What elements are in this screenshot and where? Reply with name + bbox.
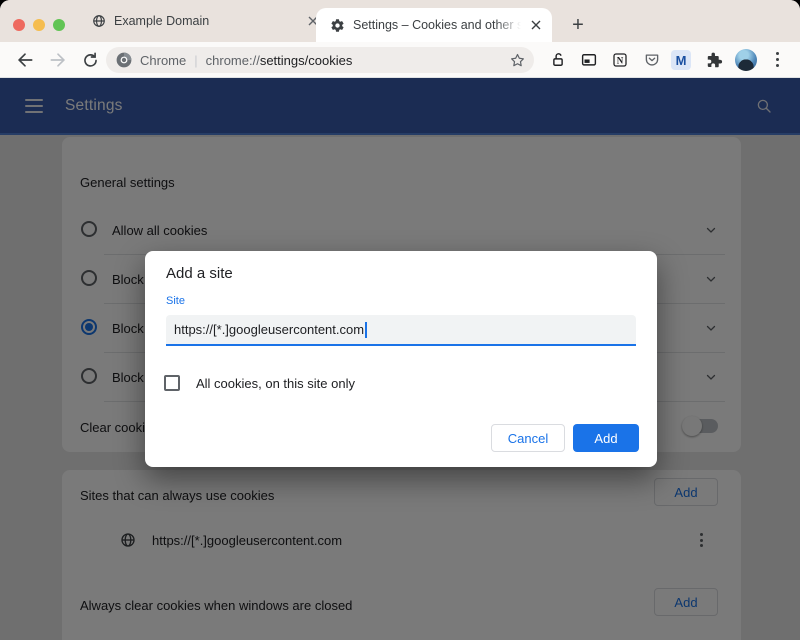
close-tab-icon[interactable] bbox=[529, 17, 542, 33]
svg-text:N: N bbox=[617, 55, 624, 65]
url-path: settings/cookies bbox=[260, 53, 353, 68]
site-name: Chrome bbox=[140, 53, 186, 68]
reload-button[interactable] bbox=[79, 49, 101, 71]
globe-icon bbox=[92, 14, 106, 28]
tab-strip: Example Domain Settings – Cookies and ot… bbox=[0, 0, 800, 42]
profile-avatar[interactable] bbox=[735, 49, 757, 71]
macos-zoom-button[interactable] bbox=[53, 19, 65, 31]
tab-settings-cookies[interactable]: Settings – Cookies and other site data bbox=[316, 8, 552, 42]
picture-in-picture-icon[interactable] bbox=[580, 51, 598, 69]
gear-icon bbox=[330, 18, 345, 33]
site-input-value: https://[*.]googleusercontent.com bbox=[174, 322, 364, 337]
dialog-title: Add a site bbox=[166, 265, 233, 282]
tab-example-domain[interactable]: Example Domain bbox=[92, 0, 321, 42]
browser-window: Example Domain Settings – Cookies and ot… bbox=[0, 0, 800, 640]
tab-title: Settings – Cookies and other site data bbox=[353, 18, 521, 32]
checkbox-label: All cookies, on this site only bbox=[196, 376, 355, 391]
new-tab-button[interactable]: + bbox=[566, 13, 590, 37]
pocket-icon[interactable] bbox=[643, 51, 661, 69]
notion-icon[interactable]: N bbox=[611, 51, 629, 69]
site-field-label: Site bbox=[166, 295, 185, 307]
forward-button[interactable] bbox=[47, 49, 69, 71]
settings-page: Settings General settings Allow all cook… bbox=[0, 78, 800, 640]
all-cookies-checkbox[interactable] bbox=[164, 375, 180, 391]
url-scheme: chrome:// bbox=[206, 53, 260, 68]
add-button[interactable]: Add bbox=[573, 424, 639, 452]
url-divider: | bbox=[194, 53, 197, 68]
mail-extension-icon[interactable]: M bbox=[671, 50, 691, 70]
add-a-site-dialog: Add a site Site https://[*.]googleuserco… bbox=[145, 251, 657, 467]
cancel-button[interactable]: Cancel bbox=[491, 424, 565, 452]
macos-minimize-button[interactable] bbox=[33, 19, 45, 31]
lock-open-icon[interactable] bbox=[549, 51, 567, 69]
back-button[interactable] bbox=[14, 49, 36, 71]
address-bar[interactable]: Chrome | chrome:// settings/cookies bbox=[106, 47, 534, 73]
extensions-puzzle-icon[interactable] bbox=[705, 51, 723, 69]
bookmark-star-icon[interactable] bbox=[509, 52, 526, 69]
browser-menu-icon[interactable] bbox=[768, 50, 786, 68]
site-input[interactable]: https://[*.]googleusercontent.com bbox=[166, 315, 636, 346]
tab-title: Example Domain bbox=[114, 14, 209, 28]
text-caret bbox=[365, 322, 367, 338]
macos-close-button[interactable] bbox=[13, 19, 25, 31]
chrome-logo-icon bbox=[116, 52, 132, 68]
